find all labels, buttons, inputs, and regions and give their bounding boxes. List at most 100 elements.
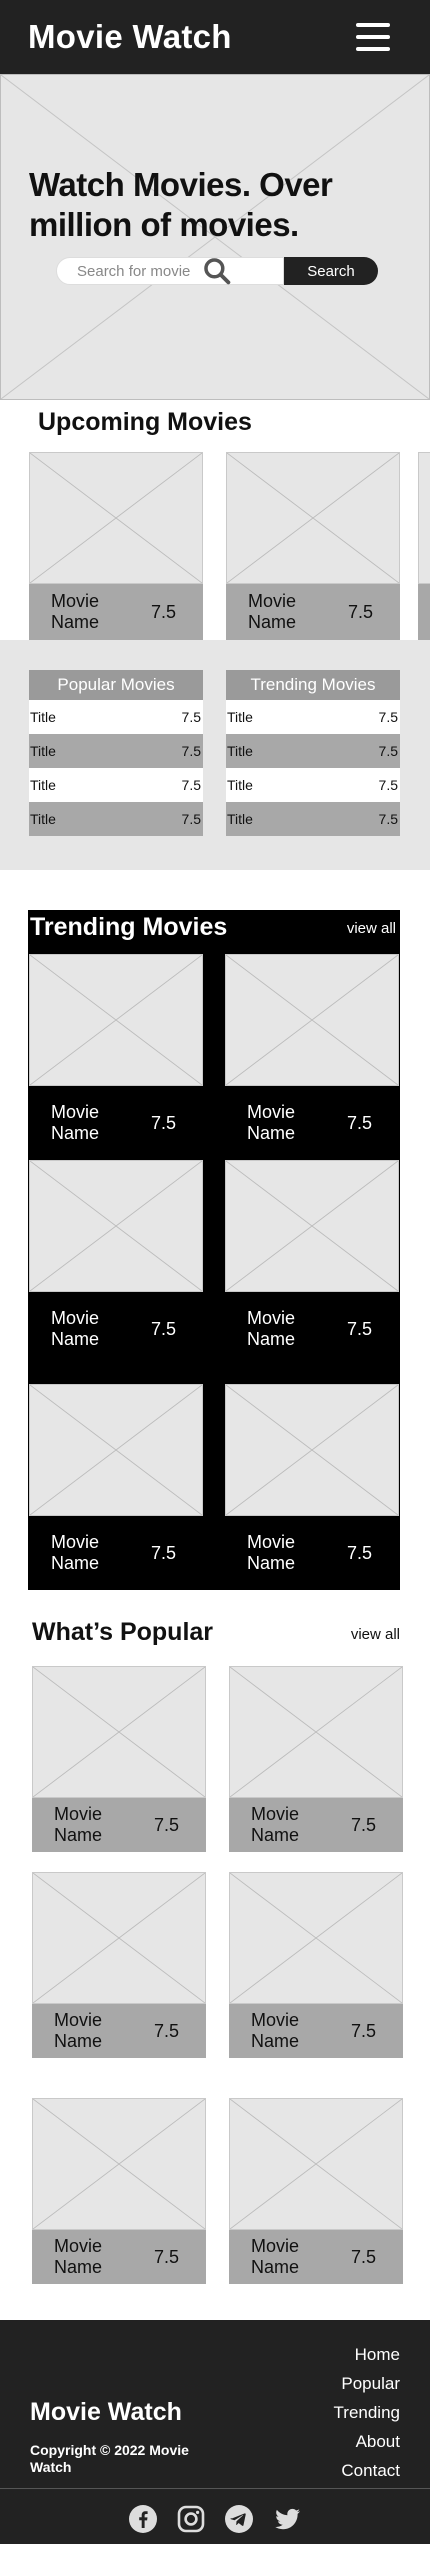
footer-link-contact[interactable]: Contact	[334, 2456, 400, 2485]
movie-poster-placeholder	[29, 452, 203, 584]
movie-poster-placeholder	[29, 1384, 203, 1516]
movie-card[interactable]: Movie Name 7.5	[29, 452, 203, 640]
movie-rating: 7.5	[151, 601, 177, 622]
popular-section: What’s Popular view all Movie Name 7.5 Mo…	[0, 1590, 430, 2320]
list-item-rating: 7.5	[181, 777, 201, 793]
site-footer: Movie Watch Copyright © 2022 Movie Watch…	[0, 2320, 430, 2544]
list-item-rating: 7.5	[378, 811, 398, 827]
hamburger-menu-icon[interactable]	[356, 23, 390, 51]
list-item-rating: 7.5	[181, 811, 201, 827]
movie-info-bar: Movie Name 7.5	[29, 584, 203, 640]
upcoming-section: Upcoming Movies Movie Name 7.5 Movie Name…	[0, 400, 430, 640]
list-item[interactable]: Title 7.5	[29, 700, 203, 734]
movie-rating: 7.5	[347, 1112, 373, 1133]
list-item-title: Title	[227, 743, 253, 759]
trending-view-all-link[interactable]: view all	[347, 920, 396, 937]
movie-info-bar: Movie Name 7.5	[229, 2230, 403, 2284]
movie-rating: 7.5	[151, 1112, 177, 1133]
list-item-rating: 7.5	[181, 709, 201, 725]
movie-rating: 7.5	[348, 601, 374, 622]
popular-view-all-link[interactable]: view all	[351, 1626, 400, 1643]
trending-list-header[interactable]: Trending Movies	[226, 670, 400, 700]
twitter-icon[interactable]	[272, 2504, 302, 2534]
brand-logo[interactable]: Movie Watch	[28, 18, 232, 56]
footer-link-home[interactable]: Home	[334, 2340, 400, 2369]
movie-card[interactable]: Movie Name 7.5	[225, 954, 399, 1160]
list-item[interactable]: Title 7.5	[226, 734, 400, 768]
movie-name: Movie Name	[247, 1102, 296, 1143]
movie-name: Movie Name	[54, 1804, 103, 1845]
list-item-title: Title	[30, 743, 56, 759]
popular-list-header[interactable]: Popular Movies	[29, 670, 203, 700]
movie-poster-placeholder	[229, 1666, 403, 1798]
movie-name: Movie Name	[247, 1532, 296, 1573]
movie-card[interactable]: Movie Name 7.5	[29, 1384, 203, 1590]
movie-poster-placeholder	[225, 1160, 399, 1292]
movie-card[interactable]: Movie Name 7.5	[32, 2098, 206, 2284]
movie-rating: 7.5	[351, 2020, 377, 2041]
list-item[interactable]: Title 7.5	[29, 734, 203, 768]
movie-card-partial[interactable]	[418, 452, 430, 640]
movie-poster-placeholder	[32, 1666, 206, 1798]
movie-card[interactable]: Movie Name 7.5	[229, 1666, 403, 1852]
footer-link-trending[interactable]: Trending	[334, 2398, 400, 2427]
facebook-icon[interactable]	[128, 2504, 158, 2534]
movie-card[interactable]: Movie Name 7.5	[32, 1872, 206, 2058]
social-links	[0, 2504, 430, 2534]
movie-info-bar: Movie Name 7.5	[29, 1516, 203, 1590]
list-item-title: Title	[30, 811, 56, 827]
trending-title: Trending Movies	[30, 913, 228, 941]
list-item-title: Title	[227, 777, 253, 793]
movie-info-bar: Movie Name 7.5	[225, 1292, 399, 1366]
list-item[interactable]: Title 7.5	[29, 768, 203, 802]
movie-name: Movie Name	[51, 1102, 100, 1143]
footer-link-about[interactable]: About	[334, 2427, 400, 2456]
search-field-wrapper	[56, 257, 284, 285]
site-header: Movie Watch	[0, 0, 430, 74]
movie-poster-placeholder	[229, 2098, 403, 2230]
movie-name: Movie Name	[54, 2236, 103, 2277]
movie-card[interactable]: Movie Name 7.5	[229, 2098, 403, 2284]
trending-section: Trending Movies view all Movie Name 7.5 M…	[28, 910, 400, 1590]
movie-rating: 7.5	[154, 2246, 180, 2267]
list-item[interactable]: Title 7.5	[226, 700, 400, 734]
movie-card[interactable]: Movie Name 7.5	[229, 1872, 403, 2058]
popular-title: What’s Popular	[32, 1618, 214, 1646]
list-item-title: Title	[30, 709, 56, 725]
hero-headline: Watch Movies. Over million of movies.	[29, 166, 333, 243]
movie-card[interactable]: Movie Name 7.5	[29, 1160, 203, 1366]
movie-card[interactable]: Movie Name 7.5	[226, 452, 400, 640]
movie-info-bar: Movie Name 7.5	[229, 1798, 403, 1852]
movie-info-bar: Movie Name 7.5	[29, 1086, 203, 1160]
telegram-icon[interactable]	[224, 2504, 254, 2534]
movie-info-bar: Movie Name 7.5	[225, 1086, 399, 1160]
movie-poster-placeholder	[29, 1160, 203, 1292]
hero-banner: Watch Movies. Over million of movies. Se…	[0, 74, 430, 400]
list-item[interactable]: Title 7.5	[226, 802, 400, 836]
list-item-rating: 7.5	[181, 743, 201, 759]
list-item[interactable]: Title 7.5	[29, 802, 203, 836]
footer-link-popular[interactable]: Popular	[334, 2369, 400, 2398]
movie-poster-placeholder	[225, 1384, 399, 1516]
movie-name: Movie Name	[247, 1308, 296, 1349]
movie-name: Movie Name	[251, 2236, 300, 2277]
movie-card[interactable]: Movie Name 7.5	[225, 1384, 399, 1590]
movie-poster-placeholder	[229, 1872, 403, 2004]
list-item-title: Title	[227, 811, 253, 827]
instagram-icon[interactable]	[176, 2504, 206, 2534]
footer-brand[interactable]: Movie Watch	[30, 2398, 182, 2427]
movie-poster-placeholder	[226, 452, 400, 584]
footer-links: Home Popular Trending About Contact	[334, 2340, 400, 2485]
movie-card[interactable]: Movie Name 7.5	[32, 1666, 206, 1852]
list-item[interactable]: Title 7.5	[226, 768, 400, 802]
movie-rating: 7.5	[154, 2020, 180, 2041]
movie-card[interactable]: Movie Name 7.5	[29, 954, 203, 1160]
movie-info-bar: Movie Name 7.5	[32, 2230, 206, 2284]
movie-poster-placeholder	[32, 2098, 206, 2230]
movie-card[interactable]: Movie Name 7.5	[225, 1160, 399, 1366]
search-bar: Search	[56, 257, 378, 285]
movie-name: Movie Name	[51, 1532, 100, 1573]
movie-name: Movie Name	[251, 1804, 300, 1845]
movie-poster-placeholder	[29, 954, 203, 1086]
list-item-rating: 7.5	[378, 709, 398, 725]
